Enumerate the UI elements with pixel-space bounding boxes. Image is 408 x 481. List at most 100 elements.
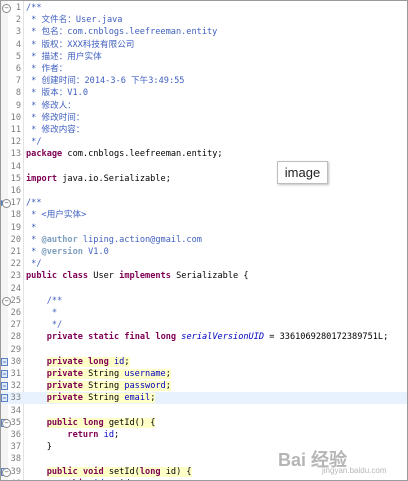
code-line[interactable]: 9 * 修改人： — [1, 100, 407, 112]
image-tooltip: image — [277, 161, 328, 184]
code-token: * 描述：用户实体 — [26, 51, 102, 62]
code-line[interactable]: 16 — [1, 185, 407, 197]
code-line[interactable]: 5 * 描述：用户实体 — [1, 51, 407, 63]
code-editor[interactable]: −1/** 2 * 文件名：User.java 3 * 包名：com.cnblogs… — [0, 0, 408, 481]
code-line[interactable]: 12 */ — [1, 136, 407, 148]
line-number: 28 — [10, 332, 21, 343]
code-line[interactable]: 33 private String email; — [1, 392, 407, 405]
code-token: final — [124, 332, 151, 343]
line-number: 6 — [15, 64, 21, 74]
code-line[interactable]: 19 * — [1, 222, 407, 234]
code-text[interactable]: /** — [26, 295, 63, 307]
code-token: * 修改内容： — [26, 125, 85, 135]
code-line[interactable]: 28 private static final long serialVersi… — [1, 331, 407, 343]
code-line[interactable]: 11 * 修改内容： — [1, 124, 407, 136]
code-text[interactable]: * 修改人： — [26, 100, 76, 112]
code-text[interactable]: } — [26, 441, 52, 453]
line-number: 13 — [10, 149, 21, 160]
code-text[interactable]: * 版本：V1.0 — [26, 87, 88, 99]
code-token: private — [46, 393, 83, 404]
code-line[interactable]: −35 public long getId() { — [1, 417, 407, 429]
code-token: @author — [41, 234, 78, 245]
code-line[interactable]: 14 — [1, 161, 407, 173]
line-number: 3 — [15, 27, 21, 38]
code-line[interactable]: 6 * 作者： — [1, 63, 407, 75]
code-token: * — [26, 247, 42, 257]
code-text[interactable]: private String username; — [26, 368, 171, 380]
code-text[interactable]: * — [26, 307, 57, 319]
code-text[interactable]: /** — [26, 197, 42, 209]
code-text[interactable]: * @author liping.action@gmail.com — [26, 234, 202, 246]
code-text[interactable]: private String email; — [26, 392, 156, 404]
code-text[interactable]: * 修改内容： — [26, 124, 85, 136]
code-line[interactable]: −1/** — [1, 2, 407, 14]
code-text[interactable]: * 版权：XXX科技有限公司 — [26, 39, 134, 51]
code-text[interactable]: package com.cnblogs.leefreeman.entity; — [26, 148, 223, 160]
code-line[interactable]: 2 * 文件名：User.java — [1, 14, 407, 26]
code-text[interactable]: public long getId() { — [26, 417, 156, 429]
code-line[interactable]: 24 — [1, 283, 407, 295]
code-text[interactable]: * @version V1.0 — [26, 246, 109, 258]
code-line[interactable]: 34 — [1, 405, 407, 417]
code-line[interactable]: 32 private String password; — [1, 380, 407, 392]
code-token: class — [62, 271, 89, 282]
code-text[interactable]: * 描述：用户实体 — [26, 51, 102, 63]
code-text[interactable]: return id; — [26, 429, 119, 441]
code-line[interactable]: 13 package com.cnblogs.leefreeman.entity; — [1, 148, 407, 160]
code-text[interactable]: * 创建时间：2014-3-6 下午3:49:55 — [26, 75, 184, 87]
code-token: * 包名：com.cnblogs.leefreeman.entity — [26, 27, 218, 38]
code-token: */ — [26, 259, 42, 270]
code-text[interactable]: * 修改时间： — [26, 112, 84, 124]
code-text[interactable]: */ — [26, 319, 62, 331]
code-line[interactable]: 23 public class User implements Serializa… — [1, 270, 407, 282]
code-token: long — [139, 466, 161, 477]
code-line[interactable]: 10 * 修改时间： — [1, 112, 407, 124]
code-text[interactable]: private long id; — [26, 356, 130, 368]
code-text[interactable]: * — [26, 222, 36, 234]
code-line[interactable]: 31 private String username; — [1, 368, 407, 380]
code-text[interactable]: * 包名：com.cnblogs.leefreeman.entity — [26, 26, 217, 38]
code-text[interactable]: */ — [26, 258, 42, 270]
code-line[interactable]: 7 * 创建时间：2014-3-6 下午3:49:55 — [1, 75, 407, 87]
code-line[interactable]: 20 * @author liping.action@gmail.com — [1, 234, 407, 246]
code-token: /** — [26, 3, 42, 13]
code-text[interactable]: /** — [26, 2, 42, 14]
code-line[interactable]: 30 private long id; — [1, 356, 407, 368]
code-line[interactable]: 8 * 版本：V1.0 — [1, 87, 407, 99]
code-text[interactable]: */ — [26, 136, 41, 148]
code-token: * 文件名：User.java — [26, 15, 123, 26]
code-token: * 作者： — [26, 64, 68, 74]
code-token: private — [46, 356, 83, 367]
code-line[interactable]: 18 * <用户实体> — [1, 209, 407, 221]
code-line[interactable]: 36 return id; — [1, 429, 407, 441]
code-token: } — [26, 442, 52, 453]
line-number: 2 — [15, 15, 21, 26]
code-line[interactable]: 4 * 版权：XXX科技有限公司 — [1, 39, 407, 51]
code-text[interactable]: * 文件名：User.java — [26, 14, 122, 26]
code-line[interactable]: 29 — [1, 344, 407, 356]
code-text[interactable]: * 作者： — [26, 63, 67, 75]
code-text[interactable]: private String password; — [26, 380, 171, 392]
code-line[interactable]: 22 */ — [1, 258, 407, 270]
code-text[interactable]: private static final long serialVersionU… — [26, 331, 389, 343]
code-token: public — [26, 271, 58, 282]
code-text[interactable]: public void setId(long id) { — [26, 466, 192, 478]
code-text[interactable]: * <用户实体> — [26, 209, 86, 221]
code-line[interactable]: −17/** — [1, 197, 407, 209]
code-line[interactable]: 21 * @version V1.0 — [1, 246, 407, 258]
code-line[interactable]: 3 * 包名：com.cnblogs.leefreeman.entity — [1, 26, 407, 38]
line-number: 27 — [10, 320, 21, 331]
line-number: 26 — [10, 308, 21, 318]
code-text[interactable]: public class User implements Serializabl… — [26, 270, 249, 282]
code-line[interactable]: 26 * — [1, 307, 407, 319]
code-line[interactable]: 27 */ — [1, 319, 407, 331]
code-line[interactable]: 15 import java.io.Serializable; — [1, 173, 407, 185]
code-line[interactable]: −25 /** — [1, 295, 407, 307]
line-number: 10 — [10, 112, 21, 123]
line-number: 12 — [10, 137, 21, 148]
code-text[interactable]: import java.io.Serializable; — [26, 173, 171, 185]
